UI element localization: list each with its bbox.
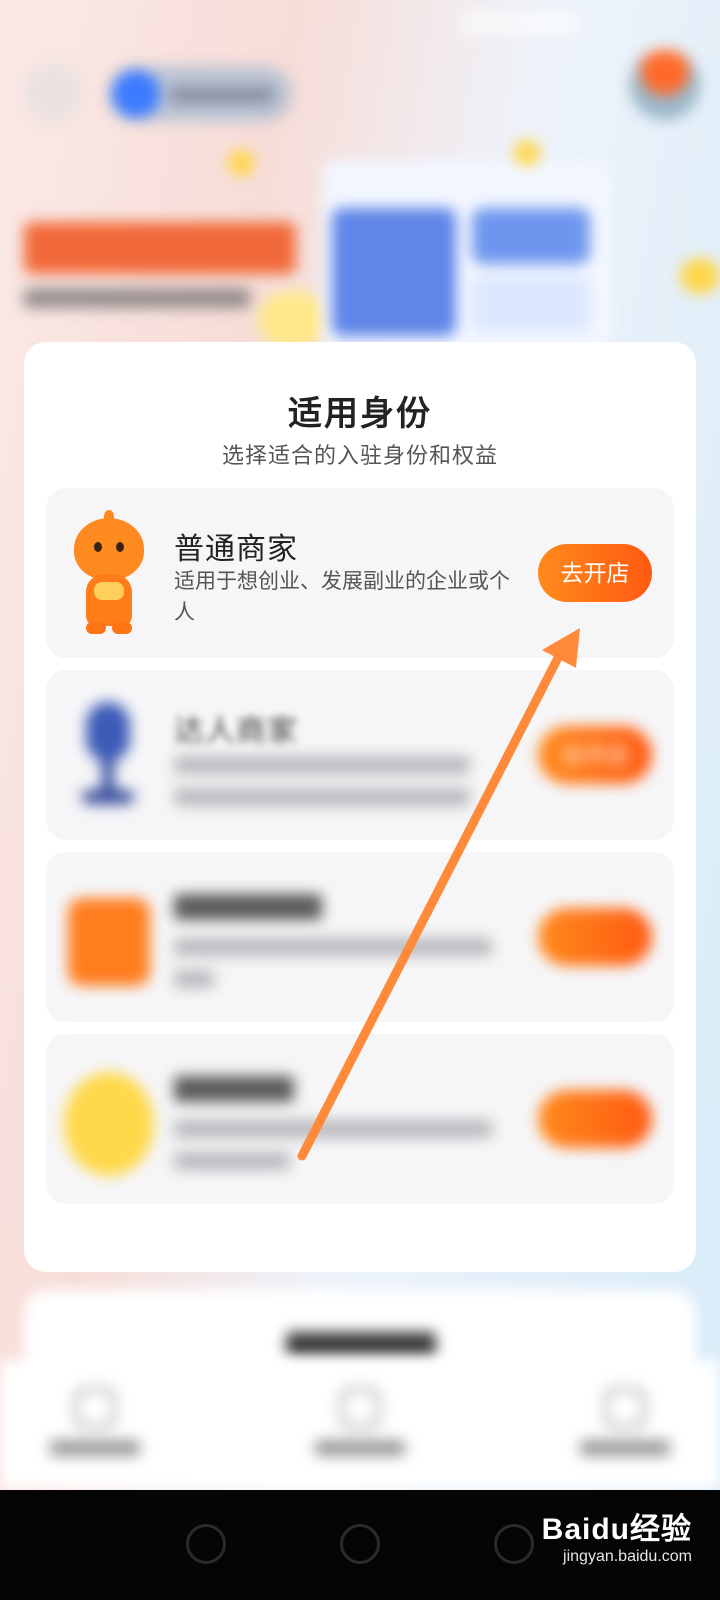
microphone-icon <box>64 694 154 818</box>
status-bar <box>0 0 720 50</box>
option-regular-merchant[interactable]: 普通商家 适用于想创业、发展副业的企业或个人 去开店 <box>46 488 674 658</box>
open-store-button[interactable]: 去开店 <box>538 544 652 602</box>
back-button[interactable] <box>24 64 82 122</box>
nav-item[interactable] <box>570 1388 680 1468</box>
account-pill-label <box>170 86 274 104</box>
option-name: 达人商家 <box>174 715 298 748</box>
banner-illustration <box>322 160 612 350</box>
watermark-url: jingyan.baidu.com <box>563 1548 692 1565</box>
section-subtitle: 选择适合的入驻身份和权益 <box>221 443 498 468</box>
coin-icon <box>64 1058 154 1182</box>
open-store-button[interactable] <box>538 1090 652 1148</box>
banner-title <box>24 222 296 274</box>
option-influencer-merchant[interactable]: 达人商家 去开店 <box>46 670 674 840</box>
account-pill[interactable] <box>108 66 292 122</box>
bottom-nav <box>0 1360 720 1490</box>
section-title: 适用身份 <box>288 395 432 433</box>
banner-decoration <box>258 290 328 350</box>
home-nav-icon[interactable] <box>340 1524 380 1564</box>
shop-icon <box>64 876 154 1000</box>
service-avatar[interactable] <box>630 50 700 120</box>
open-store-button[interactable] <box>538 908 652 966</box>
nav-item[interactable] <box>305 1388 415 1468</box>
identity-card: 适用身份 选择适合的入驻身份和权益 普通商家 适用于想创业、发展副业的企业或个人… <box>24 342 696 1272</box>
nav-item[interactable] <box>40 1388 150 1468</box>
open-store-button[interactable]: 去开店 <box>538 726 652 784</box>
watermark-brand: Baidu经验 <box>541 1513 692 1546</box>
banner-subtitle <box>24 288 250 308</box>
sparkle-icon <box>228 150 254 176</box>
recents-nav-icon[interactable] <box>494 1524 534 1564</box>
status-icons <box>460 12 580 34</box>
sparkle-icon <box>514 140 540 166</box>
back-nav-icon[interactable] <box>186 1524 226 1564</box>
mascot-icon <box>64 510 154 636</box>
option-name: 普通商家 <box>174 533 298 566</box>
sparkle-icon <box>680 258 720 294</box>
option-description: 适用于想创业、发展副业的企业或个人 <box>174 570 510 624</box>
option-student-merchant[interactable] <box>46 852 674 1022</box>
option-brand-merchant[interactable] <box>46 1034 674 1204</box>
account-icon <box>112 70 160 118</box>
watermark: Baidu经验 jingyan.baidu.com <box>542 1504 692 1566</box>
